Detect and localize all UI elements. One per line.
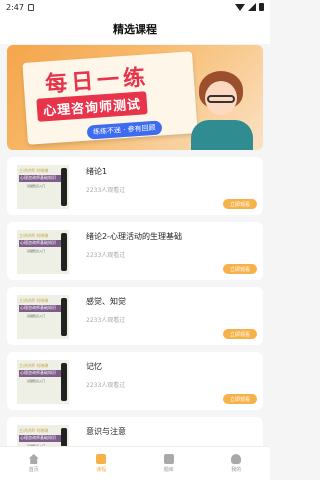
home-icon: [28, 454, 39, 464]
status-bar: 2:47: [0, 0, 270, 14]
microphone-icon: [61, 168, 67, 206]
page-title: 精选课程: [113, 23, 157, 36]
course-title: 感觉、知觉: [86, 297, 126, 306]
course-views: 2233人观看过: [86, 252, 126, 259]
course-title: 记忆: [86, 362, 102, 371]
tab-home[interactable]: 首页: [14, 454, 54, 473]
status-time: 2:47: [6, 2, 24, 12]
watch-now-button[interactable]: 立即观看: [223, 329, 257, 339]
signal-icon: [248, 3, 256, 11]
sim-icon: [27, 3, 34, 11]
course-card[interactable]: 主讲讲师 刘晓琳 心理咨询师基础知识 基础知识入门 感觉、知觉 2233人观看过…: [7, 287, 263, 345]
course-thumbnail: 主讲讲师 刘晓琳 心理咨询师基础知识 基础知识入门: [17, 360, 69, 404]
course-thumbnail: 主讲讲师 刘晓琳 心理咨询师基础知识 基础知识入门: [17, 165, 69, 209]
tab-question-bank[interactable]: 题库: [149, 454, 189, 473]
watch-now-button[interactable]: 立即观看: [223, 394, 257, 404]
battery-icon: [259, 3, 264, 11]
person-icon: [231, 454, 242, 464]
course-card[interactable]: 主讲讲师 刘晓琳 心理咨询师基础知识 基础知识入门 绪论1 2233人观看过 立…: [7, 157, 263, 215]
course-views: 2233人观看过: [86, 317, 126, 324]
bottom-tab-bar: 首页 课程 题库 我的: [0, 446, 270, 480]
teacher-illustration: [191, 59, 253, 150]
course-thumbnail: 主讲讲师 刘晓琳 心理咨询师基础知识 基础知识入门: [17, 230, 69, 274]
watch-now-button[interactable]: 立即观看: [223, 264, 257, 274]
document-icon: [163, 454, 174, 464]
course-icon: [96, 454, 107, 464]
course-title: 绪论2-心理活动的生理基础: [86, 232, 182, 241]
course-card[interactable]: 主讲讲师 刘晓琳 心理咨询师基础知识 基础知识入门 绪论2-心理活动的生理基础 …: [7, 222, 263, 280]
course-card[interactable]: 主讲讲师 刘晓琳 心理咨询师基础知识 基础知识入门 记忆 2233人观看过 立即…: [7, 352, 263, 410]
course-title: 意识与注意: [86, 427, 126, 436]
promo-banner[interactable]: 每日一练 心理咨询师测试 练练不迷 · 参有回顾: [7, 45, 263, 150]
course-views: 2233人观看过: [86, 382, 126, 389]
course-views: 2233人观看过: [86, 187, 126, 194]
microphone-icon: [61, 233, 67, 271]
course-title: 绪论1: [86, 167, 108, 176]
wifi-icon: [235, 3, 245, 11]
microphone-icon: [61, 363, 67, 401]
top-bar: 精选课程: [0, 14, 270, 44]
watch-now-button[interactable]: 立即观看: [223, 199, 257, 209]
tab-mine[interactable]: 我的: [216, 454, 256, 473]
course-thumbnail: 主讲讲师 刘晓琳 心理咨询师基础知识 基础知识入门: [17, 295, 69, 339]
microphone-icon: [61, 298, 67, 336]
tab-course[interactable]: 课程: [81, 454, 121, 473]
